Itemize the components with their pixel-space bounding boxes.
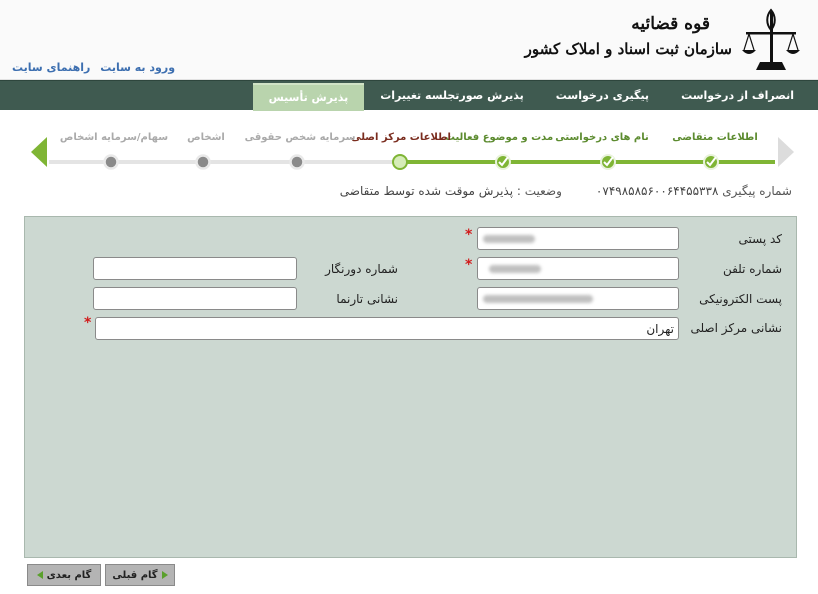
postal-code-redacted: [483, 235, 535, 243]
next-step-button[interactable]: گام بعدی: [27, 564, 101, 586]
menu-item-cancel-request[interactable]: انصراف از درخواست: [665, 81, 810, 111]
step-dot-7[interactable]: [103, 154, 119, 170]
step-dot-3[interactable]: [495, 154, 511, 170]
site-guide-link[interactable]: راهنمای سایت: [12, 61, 90, 74]
fax-label: شماره دورنگار: [325, 262, 398, 276]
wizard-prev-arrow-icon[interactable]: [778, 137, 794, 167]
email-label: پست الکترونیکی: [699, 292, 782, 306]
next-step-label: گام بعدی: [46, 569, 92, 581]
postal-code-label: کد پستی: [738, 232, 783, 246]
organization-name: قوه قضائیه سازمان ثبت اسناد و املاک کشور: [525, 12, 732, 62]
main-menu-bar: پذیرش تأسیس پذیرش صورتجلسه تغییرات پیگیر…: [0, 80, 818, 111]
prev-step-button[interactable]: گام قبلی: [105, 564, 175, 586]
main-menu: پذیرش تأسیس پذیرش صورتجلسه تغییرات پیگیر…: [252, 81, 810, 111]
step-dot-5[interactable]: [289, 154, 305, 170]
website-input[interactable]: [93, 287, 297, 310]
email-redacted: [483, 295, 593, 303]
state-label: وضعیت :: [516, 184, 562, 198]
wizard-next-arrow-icon[interactable]: [31, 137, 47, 167]
tracking-value: ۰۷۴۹۸۵۸۵۶۰۰۶۴۴۵۵۳۳۸: [595, 184, 719, 198]
step-label-shares[interactable]: سهام/سرمایه اشخاص: [60, 132, 168, 143]
address-label: نشانی مرکز اصلی: [690, 321, 782, 335]
login-link[interactable]: ورود به سایت: [100, 61, 175, 74]
phone-redacted: [489, 265, 541, 273]
request-status: شماره پیگیری ۰۷۴۹۸۵۸۵۶۰۰۶۴۴۵۵۳۳۸ وضعیت :…: [340, 184, 792, 198]
step-label-main-office[interactable]: اطلاعات مرکز اصلی: [351, 132, 451, 143]
website-label: نشانی تارنما: [336, 292, 398, 306]
org-line-2: سازمان ثبت اسناد و املاک کشور: [524, 40, 732, 58]
phone-required-mark: *: [465, 257, 473, 273]
step-label-applicant[interactable]: اطلاعات متقاضی: [672, 132, 758, 143]
fax-input[interactable]: [93, 257, 297, 280]
top-links: ورود به سایت راهنمای سایت: [6, 61, 175, 74]
address-required-mark: *: [84, 315, 92, 331]
step-wizard: اطلاعات متقاضی نام های درخواستی مدت و مو…: [25, 125, 798, 175]
step-dot-4[interactable]: [392, 154, 408, 170]
step-dot-1[interactable]: [703, 154, 719, 170]
postal-code-required-mark: *: [465, 227, 473, 243]
site-header: قوه قضائیه سازمان ثبت اسناد و املاک کشور…: [0, 0, 818, 80]
judiciary-emblem-icon: [742, 8, 800, 70]
tracking-number: شماره پیگیری ۰۷۴۹۸۵۸۵۶۰۰۶۴۴۵۵۳۳۸: [596, 184, 792, 198]
step-label-requested-names[interactable]: نام های درخواستی: [555, 132, 648, 143]
arrow-right-icon: [161, 571, 168, 579]
step-label-activity[interactable]: مدت و موضوع فعالیت: [445, 132, 553, 143]
main-office-form: کد پستی * شماره تلفن * شماره دورنگار پست…: [24, 216, 797, 558]
phone-label: شماره تلفن: [722, 262, 782, 276]
prev-step-label: گام قبلی: [112, 569, 158, 581]
arrow-left-icon: [36, 571, 43, 579]
org-line-1: قوه قضائیه: [631, 14, 710, 34]
tracking-label: شماره پیگیری: [722, 184, 792, 198]
address-input[interactable]: تهران: [95, 317, 679, 340]
step-dot-2[interactable]: [600, 154, 616, 170]
menu-item-establishment[interactable]: پذیرش تأسیس: [252, 82, 365, 111]
step-label-persons[interactable]: اشخاص: [187, 132, 225, 143]
menu-item-track-request[interactable]: پیگیری درخواست: [540, 81, 665, 111]
request-state: وضعیت : پذیرش موقت شده توسط متقاضی: [340, 184, 562, 198]
state-value: پذیرش موقت شده توسط متقاضی: [339, 184, 514, 198]
step-label-capital[interactable]: سرمایه شخص حقوقی: [245, 132, 356, 143]
menu-item-changes-minutes[interactable]: پذیرش صورتجلسه تغییرات: [364, 81, 540, 111]
step-dot-6[interactable]: [195, 154, 211, 170]
